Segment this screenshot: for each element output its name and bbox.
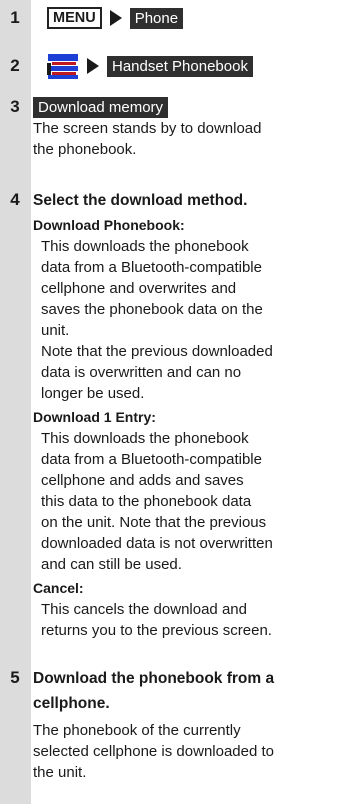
step-description: The screen stands by to download	[33, 120, 262, 137]
heading-line: cellphone.	[33, 695, 110, 712]
text-line: saves the phonebook data on the	[41, 301, 263, 318]
text-line: unit.	[41, 322, 70, 339]
text-line: This downloads the phonebook	[41, 430, 249, 447]
step-description: the phonebook.	[33, 141, 137, 158]
option-description: This cancels the download and returns yo…	[33, 599, 337, 641]
step-heading: Select the download method.	[33, 192, 248, 209]
text-line: Note that the previous downloaded	[41, 343, 273, 360]
step-heading: Download the phonebook from a cellphone.	[33, 666, 337, 716]
text-line: and can still be used.	[41, 556, 182, 573]
step-description: The phonebook of the currently selected …	[33, 720, 337, 783]
text-line: data from a Bluetooth-compatible	[41, 451, 262, 468]
step-number: 2	[10, 56, 20, 75]
step-number: 5	[10, 668, 20, 687]
text-line: downloaded data is not overwritten	[41, 535, 273, 552]
text-line: The phonebook of the currently	[33, 722, 241, 739]
text-line: the unit.	[33, 764, 87, 781]
text-line: data is overwritten and can no	[41, 364, 242, 381]
text-line: longer be used.	[41, 385, 145, 402]
heading-line: Download the phonebook from a	[33, 670, 275, 687]
option-title: Download Phonebook:	[33, 217, 185, 233]
menu-key[interactable]: MENU	[47, 7, 102, 29]
phonebook-icon[interactable]	[47, 52, 79, 80]
option-title: Cancel:	[33, 580, 84, 596]
step-number: 3	[10, 97, 20, 116]
option-description: This downloads the phonebook data from a…	[33, 428, 337, 575]
text-line: This cancels the download and	[41, 601, 247, 618]
manual-page: 1 MENU Phone 2 Handset Phonebook 3 Downl…	[0, 0, 343, 804]
step-number: 1	[10, 8, 20, 27]
arrow-right-icon	[87, 58, 99, 74]
text-line: this data to the phonebook data	[41, 493, 252, 510]
step-number: 4	[10, 190, 20, 209]
download-memory-item[interactable]: Download memory	[33, 97, 169, 118]
option-description: This downloads the phonebook data from a…	[33, 236, 337, 404]
text-line: returns you to the previous screen.	[41, 622, 272, 639]
text-line: cellphone and overwrites and	[41, 280, 237, 297]
text-line: data from a Bluetooth-compatible	[41, 259, 262, 276]
text-line: on the unit. Note that the previous	[41, 514, 267, 531]
text-line: selected cellphone is downloaded to	[33, 743, 275, 760]
text-line: This downloads the phonebook	[41, 238, 249, 255]
option-title: Download 1 Entry:	[33, 409, 156, 425]
text-line: cellphone and adds and saves	[41, 472, 244, 489]
phone-menu-item[interactable]: Phone	[129, 7, 184, 29]
handset-phonebook-item[interactable]: Handset Phonebook	[107, 55, 253, 77]
arrow-right-icon	[109, 10, 122, 26]
